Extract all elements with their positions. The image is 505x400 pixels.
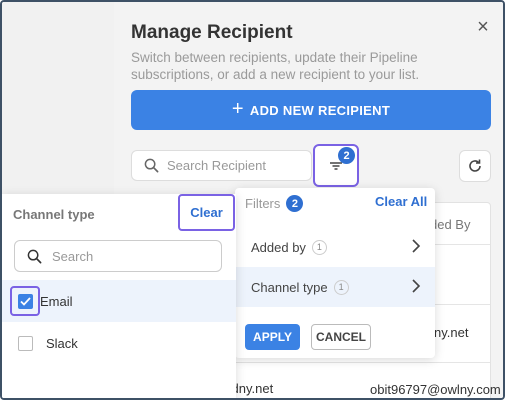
table-cell-owner: obit96797@owlny.com: [370, 382, 501, 397]
modal-subtitle: Switch between recipients, update their …: [131, 50, 420, 82]
add-new-recipient-button[interactable]: + ADD NEW RECIPIENT: [131, 90, 491, 130]
email-checkbox-wrapper[interactable]: [10, 286, 40, 316]
chevron-right-icon: [412, 239, 421, 253]
filter-row-label: Added by: [251, 239, 306, 255]
cancel-button[interactable]: CANCEL: [311, 324, 371, 350]
search-icon: [144, 158, 159, 173]
search-icon: [27, 249, 42, 263]
filters-count-badge: 2: [286, 195, 304, 212]
channel-type-title: Channel type: [13, 207, 95, 222]
email-checkbox[interactable]: [17, 293, 33, 309]
channel-option-label: Slack: [46, 335, 78, 351]
filter-button[interactable]: 2: [313, 144, 359, 187]
filter-row-added-by[interactable]: Added by 1: [235, 227, 435, 267]
refresh-icon: [469, 159, 481, 172]
channel-type-popover: Channel type Clear Search Email Slack: [2, 194, 236, 398]
column-header-added-by: ded By: [430, 217, 471, 232]
close-icon[interactable]: ×: [474, 16, 492, 39]
channel-option-email[interactable]: Email: [2, 280, 236, 322]
filter-row-label: Channel type: [251, 279, 328, 295]
clear-button[interactable]: Clear: [178, 194, 235, 231]
filter-row-count: 1: [311, 239, 327, 255]
filters-popover: Filters 2 Clear All Added by 1 Channel t…: [235, 188, 435, 358]
app-frame: Manage Recipient × Switch between recipi…: [0, 0, 505, 400]
table-cell-owner: ny.net: [434, 325, 469, 340]
channel-search-input[interactable]: Search: [14, 240, 222, 272]
check-icon: [19, 296, 31, 306]
channel-option-label: Email: [40, 293, 73, 309]
filter-row-channel-type[interactable]: Channel type 1: [235, 267, 435, 307]
slack-checkbox-wrapper[interactable]: [11, 328, 39, 358]
plus-icon: +: [231, 97, 244, 120]
refresh-button[interactable]: [459, 150, 491, 182]
search-recipient-placeholder: Search Recipient: [167, 158, 266, 173]
chevron-right-icon: [412, 279, 421, 293]
filters-title: Filters: [245, 196, 281, 211]
clear-all-button[interactable]: Clear All: [375, 194, 427, 209]
modal-title: Manage Recipient: [131, 22, 293, 43]
apply-button[interactable]: APPLY: [245, 324, 300, 350]
search-recipient-input[interactable]: Search Recipient: [131, 150, 312, 181]
add-new-recipient-label: ADD NEW RECIPIENT: [249, 102, 391, 118]
filters-header: Filters 2: [245, 195, 304, 212]
filter-row-count: 1: [333, 279, 349, 295]
channel-option-slack[interactable]: Slack: [2, 322, 236, 364]
slack-checkbox[interactable]: [17, 335, 33, 351]
channel-search-placeholder: Search: [52, 248, 94, 264]
filter-count-badge: 2: [338, 147, 355, 164]
